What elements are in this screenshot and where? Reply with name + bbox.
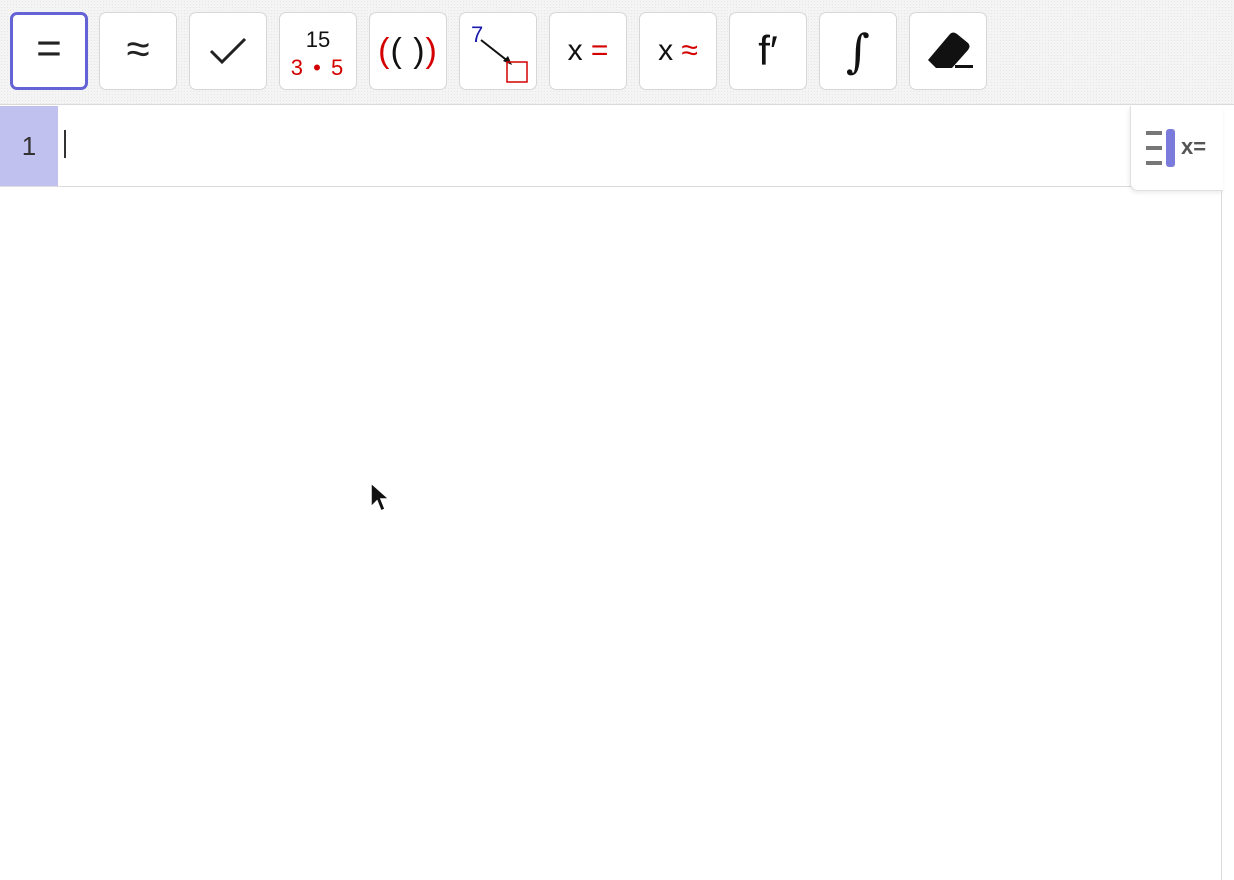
row-number[interactable]: 1: [0, 106, 58, 186]
factor-numerator: 15: [305, 27, 331, 52]
parentheses-icon: (( )): [378, 31, 438, 70]
factor-icon: 15 3 • 5: [288, 21, 348, 81]
panel-divider: [1221, 106, 1222, 880]
algebra-view-label: x=: [1181, 134, 1207, 159]
row-input[interactable]: [58, 106, 1222, 186]
factor-button[interactable]: 15 3 • 5: [279, 12, 357, 90]
solve-button[interactable]: x =: [549, 12, 627, 90]
cas-row[interactable]: 1: [0, 106, 1222, 187]
algebra-view-toggle[interactable]: x=: [1130, 106, 1223, 191]
numeric-button[interactable]: ≈: [99, 12, 177, 90]
integral-button[interactable]: ∫: [819, 12, 897, 90]
text-caret: [64, 130, 66, 158]
derivative-button[interactable]: f′: [729, 12, 807, 90]
expand-button[interactable]: (( )): [369, 12, 447, 90]
checkmark-icon: [209, 37, 247, 65]
integral-icon: ∫: [846, 24, 870, 78]
factor-denominator: 3 • 5: [290, 55, 346, 80]
evaluate-button[interactable]: =: [10, 12, 88, 90]
solve-icon: x =: [567, 34, 609, 67]
cas-toolbar: = ≈ 15 3 • 5 (( )) 7 x = x ≈ f′ ∫: [0, 0, 1234, 105]
keep-input-button[interactable]: [189, 12, 267, 90]
substitute-icon: 7: [463, 16, 533, 86]
approx-icon: ≈: [126, 25, 150, 72]
nsolve-button[interactable]: x ≈: [639, 12, 717, 90]
equals-icon: =: [36, 24, 62, 73]
delete-button[interactable]: [909, 12, 987, 90]
eraser-icon: [928, 32, 973, 68]
derivative-icon: f′: [758, 27, 778, 74]
substitute-button[interactable]: 7: [459, 12, 537, 90]
nsolve-icon: x ≈: [658, 34, 698, 67]
mouse-pointer-icon: [370, 481, 391, 513]
